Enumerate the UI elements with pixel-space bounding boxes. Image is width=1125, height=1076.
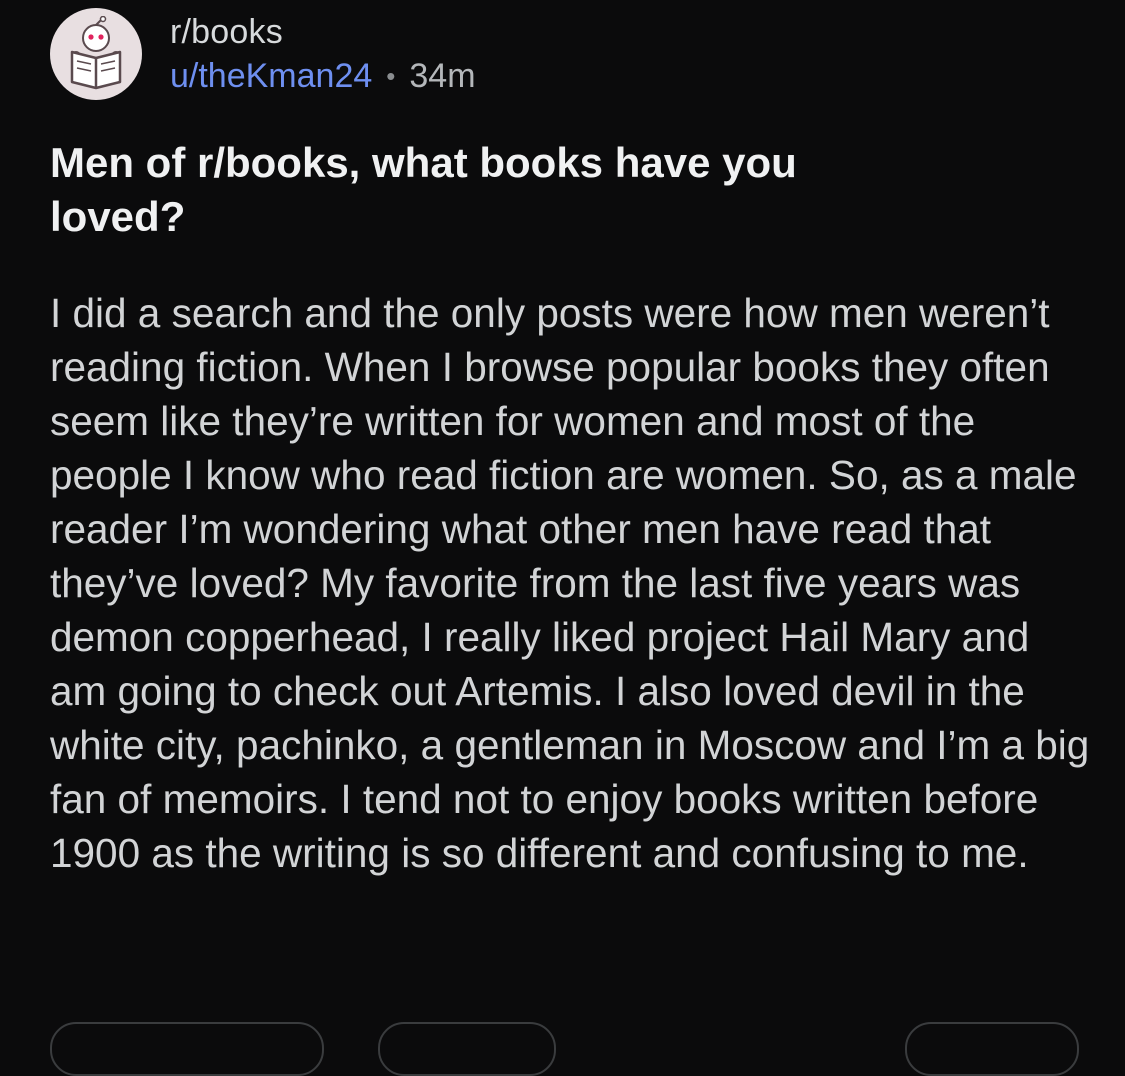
comments-pill[interactable] [378,1022,556,1076]
vote-pill[interactable] [50,1022,324,1076]
subreddit-name[interactable]: r/books [170,11,476,53]
book-snoo-icon [70,16,122,90]
post-meta: r/books u/theKman24 • 34m [170,11,476,97]
meta-separator: • [386,61,396,91]
post-body: I did a search and the only posts were h… [50,290,1090,876]
author-username[interactable]: u/theKman24 [170,55,372,97]
post-meta-line: u/theKman24 • 34m [170,55,476,97]
post-age: 34m [409,57,476,95]
subreddit-avatar-icon[interactable] [50,8,142,100]
post-title[interactable]: Men of r/books, what books have you love… [50,136,870,244]
share-pill[interactable] [905,1022,1079,1076]
post-header: r/books u/theKman24 • 34m [50,8,476,100]
